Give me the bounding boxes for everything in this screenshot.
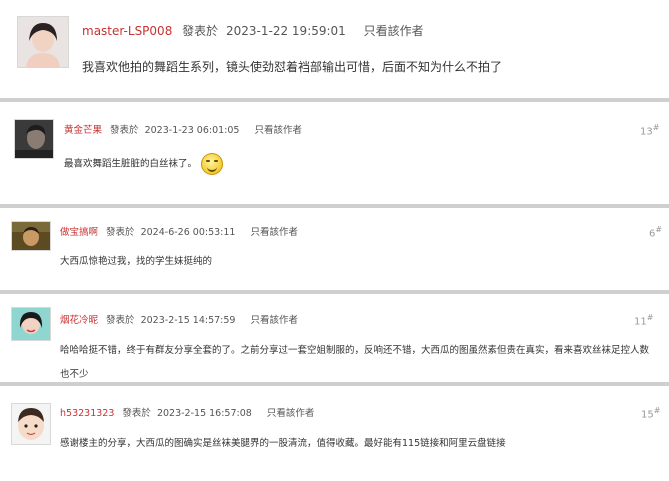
posted-label: 發表於 <box>182 24 219 38</box>
post-meta: 黄金芒果 發表於 2023-1-23 06:01:05 只看該作者 <box>64 122 302 136</box>
only-author-link[interactable]: 只看該作者 <box>250 315 298 326</box>
post-meta: h53231323 發表於 2023-2-15 16:57:08 只看該作者 <box>60 405 314 419</box>
only-author-link[interactable]: 只看該作者 <box>267 408 315 419</box>
avatar-image <box>12 404 50 444</box>
only-author-link[interactable]: 只看該作者 <box>254 125 302 136</box>
avatar[interactable] <box>11 307 51 341</box>
post-2: 黄金芒果 發表於 2023-1-23 06:01:05 只看該作者 13# 最喜… <box>0 103 669 203</box>
post-timestamp: 2023-2-15 16:57:08 <box>156 408 252 419</box>
author-link[interactable]: h53231323 <box>60 408 114 419</box>
post-4: 烟花冷昵 發表於 2023-2-15 14:57:59 只看該作者 11# 哈哈… <box>0 295 669 381</box>
floor-number[interactable]: 6# <box>649 225 662 239</box>
post-meta: 烟花冷昵 發表於 2023-2-15 14:57:59 只看該作者 <box>60 312 298 326</box>
post-3: 做宝搞啊 發表於 2024-6-26 00:53:11 只看該作者 6# 大西瓜… <box>0 209 669 289</box>
post-separator <box>0 98 669 102</box>
avatar[interactable] <box>11 221 51 251</box>
post-timestamp: 2024-6-26 00:53:11 <box>140 227 236 238</box>
posted-label: 發表於 <box>106 315 135 326</box>
post-separator <box>0 204 669 208</box>
avatar-image <box>12 308 50 340</box>
post-content: 我喜欢他拍的舞蹈生系列，镜头使劲怼着裆部输出可惜，后面不知为什么不拍了 <box>82 60 503 74</box>
post-content: 哈哈哈挺不错，终于有群友分享全套的了。之前分享过一套空姐制服的，反响还不错，大西… <box>60 345 650 380</box>
avatar[interactable] <box>11 403 51 445</box>
post-content: 最喜欢舞蹈生脏脏的白丝袜了。 <box>64 153 224 175</box>
post-meta: master-LSP008 發表於 2023-1-22 19:59:01 只看該… <box>82 22 424 39</box>
smile-emoji-icon <box>201 153 224 175</box>
only-author-link[interactable]: 只看該作者 <box>364 24 424 38</box>
floor-number[interactable]: 11# <box>634 313 653 327</box>
avatar-image <box>12 222 50 250</box>
post-separator <box>0 382 669 386</box>
post-timestamp: 2023-1-23 06:01:05 <box>144 125 240 136</box>
post-timestamp: 2023-2-15 14:57:59 <box>140 315 236 326</box>
posted-label: 發表於 <box>122 408 151 419</box>
post-meta: 做宝搞啊 發表於 2024-6-26 00:53:11 只看該作者 <box>60 224 298 238</box>
posted-label: 發表於 <box>106 227 135 238</box>
avatar[interactable] <box>17 16 69 68</box>
avatar-image <box>15 120 53 158</box>
post-separator <box>0 290 669 294</box>
floor-number[interactable]: 15# <box>641 406 660 420</box>
author-link[interactable]: 黄金芒果 <box>64 125 102 136</box>
author-link[interactable]: 做宝搞啊 <box>60 227 98 238</box>
only-author-link[interactable]: 只看該作者 <box>250 227 298 238</box>
post-timestamp: 2023-1-22 19:59:01 <box>226 24 346 38</box>
posted-label: 發表於 <box>110 125 139 136</box>
avatar[interactable] <box>14 119 54 159</box>
post-5: h53231323 發表於 2023-2-15 16:57:08 只看該作者 1… <box>0 387 669 481</box>
post-1: master-LSP008 發表於 2023-1-22 19:59:01 只看該… <box>0 0 669 96</box>
author-link[interactable]: 烟花冷昵 <box>60 315 98 326</box>
avatar-image <box>18 17 68 67</box>
author-link[interactable]: master-LSP008 <box>82 24 172 38</box>
post-content: 大西瓜惊艳过我，找的学生妹挺纯的 <box>60 256 213 267</box>
floor-number[interactable]: 13# <box>640 123 659 137</box>
post-content: 感谢楼主的分享，大西瓜的图确实是丝袜美腿界的一股清流，值得收藏。最好能有115链… <box>60 438 506 449</box>
